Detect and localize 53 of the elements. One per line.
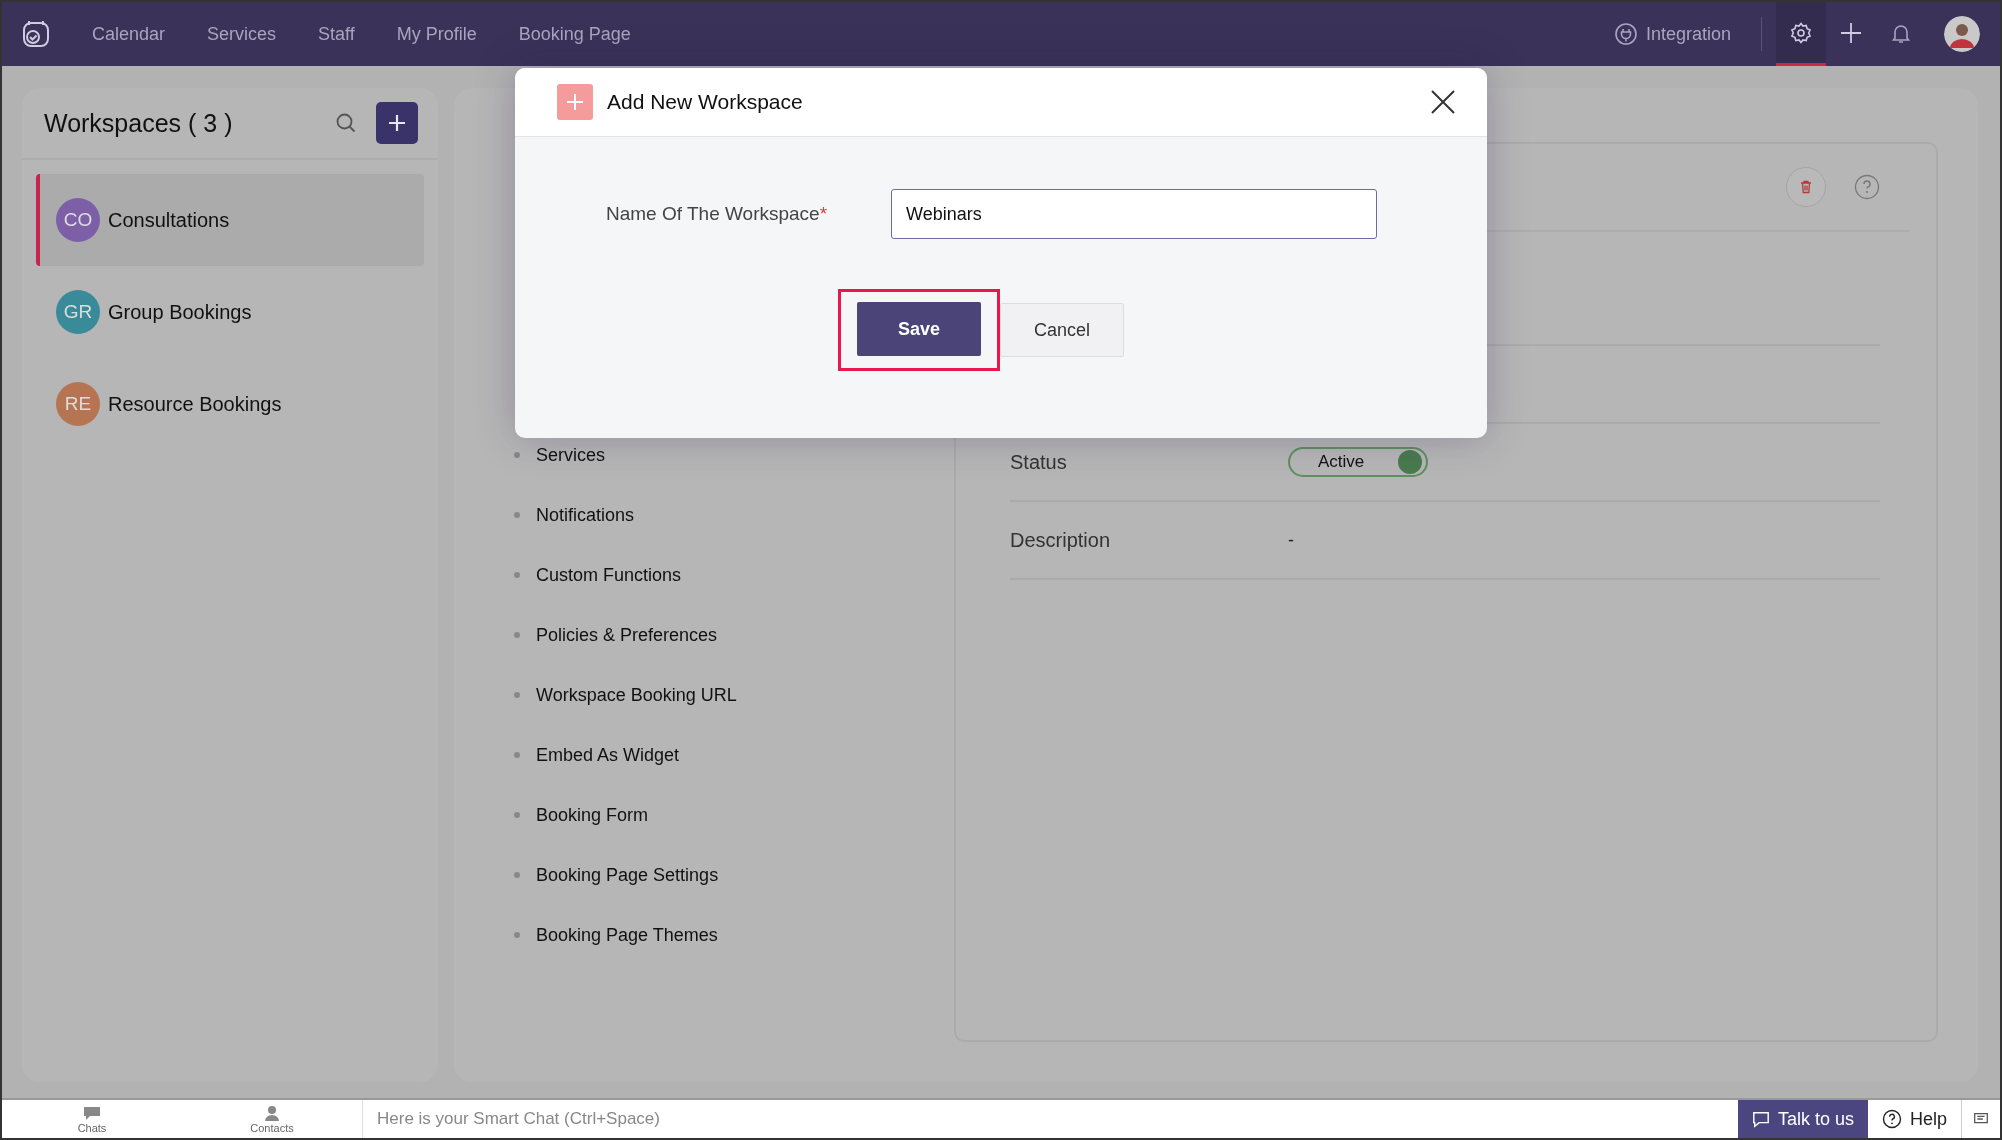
nav-link[interactable]: My Profile xyxy=(396,23,477,45)
settings-button[interactable] xyxy=(1776,2,1826,66)
initials-avatar: GR xyxy=(56,290,100,334)
nav-link[interactable]: Services xyxy=(207,23,277,45)
workspace-name: Resource Bookings xyxy=(108,392,282,416)
settings-icon xyxy=(1789,20,1813,45)
initials-avatar: CO xyxy=(56,198,100,242)
workspace-name-input[interactable]: Webinars xyxy=(891,189,1378,239)
plus-icon xyxy=(1839,20,1863,45)
help-icon xyxy=(1881,1109,1902,1129)
chat-bubble-icon xyxy=(1751,1110,1770,1128)
plus-icon xyxy=(557,84,593,120)
person-silhouette-icon xyxy=(1944,16,1980,52)
workspace-name: Consultations xyxy=(108,208,230,232)
workspace-item[interactable]: CO Consultations xyxy=(36,174,424,266)
workspace-name: Group Bookings xyxy=(108,300,252,324)
field-label: Description xyxy=(1010,528,1112,552)
cancel-button[interactable]: Cancel xyxy=(1000,303,1124,357)
settings-menu-link[interactable]: Services xyxy=(536,444,606,466)
nav-link[interactable]: Calendar xyxy=(92,23,166,45)
nav-link[interactable]: Staff xyxy=(318,23,355,45)
field-value: - xyxy=(1288,529,1294,551)
add-workspace-button[interactable] xyxy=(376,102,418,144)
settings-menu-link[interactable]: Embed As Widget xyxy=(536,744,680,766)
plug-icon xyxy=(1613,22,1638,46)
settings-menu-link[interactable]: Booking Page Settings xyxy=(536,864,719,886)
settings-menu-link[interactable]: Policies & Preferences xyxy=(536,624,718,646)
panel-title: Workspaces ( 3 ) xyxy=(44,108,234,138)
status-toggle[interactable]: Active xyxy=(1288,447,1428,477)
dialog-title: Add New Workspace xyxy=(607,90,803,114)
field-label: Name Of The Workspace xyxy=(606,203,820,225)
required-asterisk: * xyxy=(819,203,828,225)
search-icon[interactable] xyxy=(334,111,358,135)
close-icon[interactable] xyxy=(1431,90,1455,114)
workspace-item[interactable]: RE Resource Bookings xyxy=(36,358,424,450)
plus-icon xyxy=(387,113,407,133)
chat-bubble-icon xyxy=(82,1104,102,1121)
settings-menu-link[interactable]: Custom Functions xyxy=(536,564,682,586)
person-icon xyxy=(264,1104,280,1121)
initials-avatar: RE xyxy=(56,382,100,426)
settings-menu-link[interactable]: Workspace Booking URL xyxy=(536,684,737,706)
integration-link[interactable]: Integration xyxy=(1613,22,1731,46)
field-label: Status xyxy=(1010,450,1068,474)
calendar-check-logo-icon[interactable] xyxy=(20,18,52,50)
user-avatar[interactable] xyxy=(1944,16,1980,52)
nav-link[interactable]: Booking Page xyxy=(518,23,631,45)
save-button[interactable]: Save xyxy=(857,302,981,356)
settings-menu-link[interactable]: Notifications xyxy=(536,504,635,526)
workspace-item[interactable]: GR Group Bookings xyxy=(36,266,424,358)
settings-menu-link[interactable]: Booking Page Themes xyxy=(536,924,718,946)
settings-menu-link[interactable]: Booking Form xyxy=(536,804,649,826)
talk-to-us-button[interactable]: Talk to us xyxy=(1737,1100,1868,1138)
trash-icon xyxy=(1798,179,1814,195)
